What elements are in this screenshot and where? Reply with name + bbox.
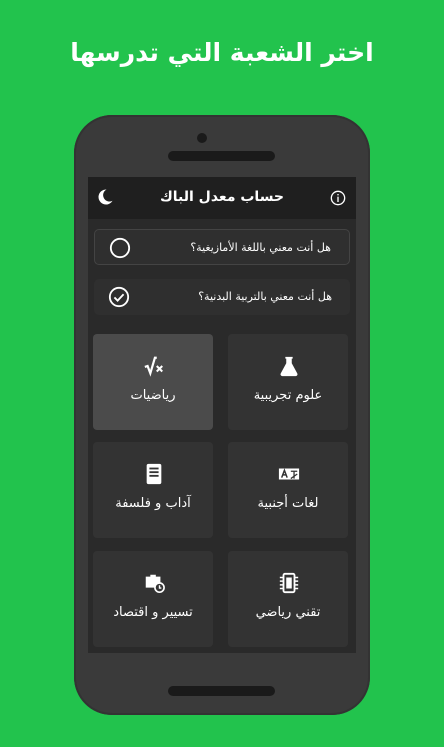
phone-speaker	[168, 151, 275, 161]
question-amazigh[interactable]: هل أنت معني باللغة الأمازيغية؟	[94, 229, 350, 265]
branch-mathematics[interactable]: رياضيات	[93, 334, 213, 430]
camera-dot	[197, 133, 207, 143]
question-label: هل أنت معني باللغة الأمازيغية؟	[190, 241, 331, 254]
app-bar: حساب معدل الباك	[88, 177, 356, 219]
branch-literature-philosophy[interactable]: آداب و فلسفة	[93, 442, 213, 538]
branch-foreign-languages[interactable]: لغات أجنبية	[228, 442, 348, 538]
branch-label: تسيير و اقتصاد	[113, 605, 193, 620]
branch-label: رياضيات	[130, 388, 176, 403]
branch-technical-math[interactable]: تقني رياضي	[228, 551, 348, 647]
branch-label: تقني رياضي	[255, 605, 321, 620]
translate-icon	[278, 468, 300, 480]
chip-icon	[279, 572, 299, 594]
briefcase-clock-icon	[145, 574, 165, 593]
book-icon	[146, 463, 162, 485]
branch-label: آداب و فلسفة	[115, 496, 191, 511]
page-headline: اختر الشعبة التي تدرسها	[70, 38, 374, 67]
unchecked-circle-icon[interactable]	[109, 237, 131, 259]
flask-icon	[280, 356, 298, 377]
question-sport[interactable]: هل أنت معني بالتربية البدنية؟	[94, 279, 350, 315]
branch-label: علوم تجريبية	[253, 388, 323, 403]
info-icon[interactable]	[330, 190, 346, 206]
checked-circle-icon[interactable]	[108, 286, 130, 308]
app-title: حساب معدل الباك	[159, 189, 285, 205]
square-root-icon	[144, 356, 163, 377]
phone-home-bar	[168, 686, 275, 696]
branch-management-economics[interactable]: تسيير و اقتصاد	[93, 551, 213, 647]
branch-label: لغات أجنبية	[257, 496, 319, 511]
branch-experimental-sciences[interactable]: علوم تجريبية	[228, 334, 348, 430]
app-screen: حساب معدل الباك هل أنت معني باللغة الأما…	[88, 177, 356, 653]
phone-frame: حساب معدل الباك هل أنت معني باللغة الأما…	[74, 115, 370, 715]
question-label: هل أنت معني بالتربية البدنية؟	[198, 290, 332, 303]
